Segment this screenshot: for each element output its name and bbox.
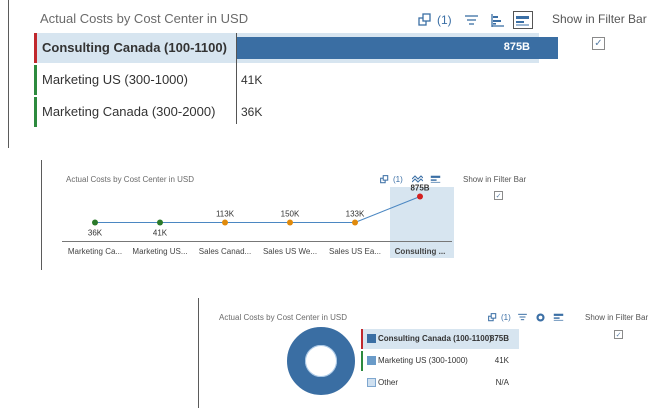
x-tick-label: Consulting ... (395, 247, 446, 256)
panel1-axis-line (236, 33, 237, 124)
panel3-legend-swatch (367, 334, 376, 343)
panel3-legend-label: Consulting Canada (100-1100) (378, 334, 492, 343)
panel3-legend-item-marketing-us[interactable]: Marketing US (300-1000) 41K (361, 351, 519, 371)
data-label: 113K (216, 210, 235, 219)
panel3-donut-chart (287, 327, 355, 395)
panel3-legend-label: Marketing US (300-1000) (378, 356, 468, 365)
panel1-row-marketing-us[interactable]: Marketing US (300-1000) 41K (34, 65, 539, 95)
x-tick-label: Marketing US... (132, 247, 187, 256)
panel3-checkmark-icon: ✓ (615, 331, 622, 339)
panel3-drilldown-icon[interactable] (487, 312, 498, 323)
panel1-toolbar: (1) (417, 10, 533, 30)
panel3-donut-chart-icon[interactable] (535, 312, 547, 323)
panel2-filter-count[interactable]: (1) (393, 175, 403, 184)
panel3-toolbar: (1) (487, 311, 565, 323)
panel2-checkmark-icon: ✓ (495, 192, 502, 200)
panel1-filter-count[interactable]: (1) (437, 13, 452, 27)
data-point[interactable] (222, 219, 228, 226)
panel3-legend-swatch (367, 378, 376, 387)
panel3-legend-accent (361, 329, 363, 349)
x-tick-label: Sales Canad... (199, 247, 251, 256)
data-label: 875B (410, 184, 429, 193)
panel1-checkmark-icon: ✓ (594, 38, 603, 49)
panel1-row-label: Consulting Canada (100-1100) (42, 40, 227, 55)
panel2-show-in-filter-bar-label: Show in Filter Bar (463, 175, 527, 184)
panel1-drilldown-icon[interactable] (417, 12, 433, 28)
data-label: 150K (281, 210, 300, 219)
data-point[interactable] (352, 219, 358, 226)
panel1-show-in-filter-bar-label: Show in Filter Bar (552, 12, 647, 26)
panel1-row-label: Marketing US (300-1000) (42, 72, 188, 87)
panel3-left-divider (198, 298, 199, 408)
panel3-show-in-filter-bar-checkbox[interactable]: ✓ (614, 330, 623, 339)
panel1-row-value: 41K (241, 73, 263, 87)
panel3-filter-count[interactable]: (1) (501, 313, 511, 322)
panel1-row-accent (34, 65, 37, 95)
panel1-row-value: 36K (241, 105, 263, 119)
panel1-bar-chart-icon[interactable] (489, 12, 507, 28)
x-tick-label: Sales US We... (263, 247, 317, 256)
panel1-title: Actual Costs by Cost Center in USD (40, 11, 249, 26)
panel3-legend-label: Other (378, 378, 399, 387)
panel3-legend-value: N/A (495, 378, 509, 387)
panel3-sort-icon[interactable] (517, 312, 529, 323)
panel3-title: Actual Costs by Cost Center in USD (219, 313, 348, 322)
panel3-legend-value: 41K (494, 356, 509, 365)
panel1-left-divider (8, 0, 9, 148)
data-label: 36K (88, 229, 103, 238)
panel3-legend-item-consulting-canada[interactable]: Consulting Canada (100-1100) 875B (361, 329, 519, 349)
donut-inner-hole (306, 346, 336, 376)
panel2-show-in-filter-bar-checkbox[interactable]: ✓ (494, 191, 503, 200)
panel1-show-in-filter-bar-checkbox[interactable]: ✓ (592, 37, 605, 50)
panel1-sort-icon[interactable] (463, 12, 481, 28)
panel3-show-in-filter-bar-label: Show in Filter Bar (585, 313, 649, 322)
panel2-line-chart: 36K Marketing Ca... 41K Marketing US... 113K… (62, 184, 454, 258)
panel3-table-view-icon[interactable] (553, 312, 565, 323)
panel3-legend-item-other[interactable]: Other N/A (361, 373, 519, 393)
panel2-table-view-icon[interactable] (430, 174, 442, 185)
data-point[interactable] (417, 193, 423, 200)
data-label: 41K (153, 229, 168, 238)
panel2-drilldown-icon[interactable] (379, 174, 390, 185)
panel1-row-label: Marketing Canada (300-2000) (42, 104, 216, 119)
x-tick-label: Marketing Ca... (68, 247, 122, 256)
panel3-legend-swatch (367, 356, 376, 365)
data-point[interactable] (157, 219, 163, 226)
panel3-legend-accent (361, 351, 363, 371)
panel3-legend-value: 875B (489, 334, 509, 343)
panel2-title: Actual Costs by Cost Center in USD (66, 175, 195, 184)
panel1-table-view-icon[interactable] (512, 11, 533, 29)
panel1-row-consulting-canada[interactable]: Consulting Canada (100-1100) 875B (34, 33, 558, 63)
panel1-row-accent (34, 97, 37, 127)
panel1-row-value: 875B (503, 41, 530, 53)
series-line (95, 196, 421, 223)
data-point[interactable] (92, 219, 98, 226)
data-label: 133K (346, 210, 365, 219)
x-tick-label: Sales US Ea... (329, 247, 381, 256)
panel2-left-divider (41, 160, 42, 270)
data-point[interactable] (287, 219, 293, 226)
panel1-row-accent (34, 33, 37, 63)
panel1-row-marketing-canada[interactable]: Marketing Canada (300-2000) 36K (34, 97, 539, 127)
